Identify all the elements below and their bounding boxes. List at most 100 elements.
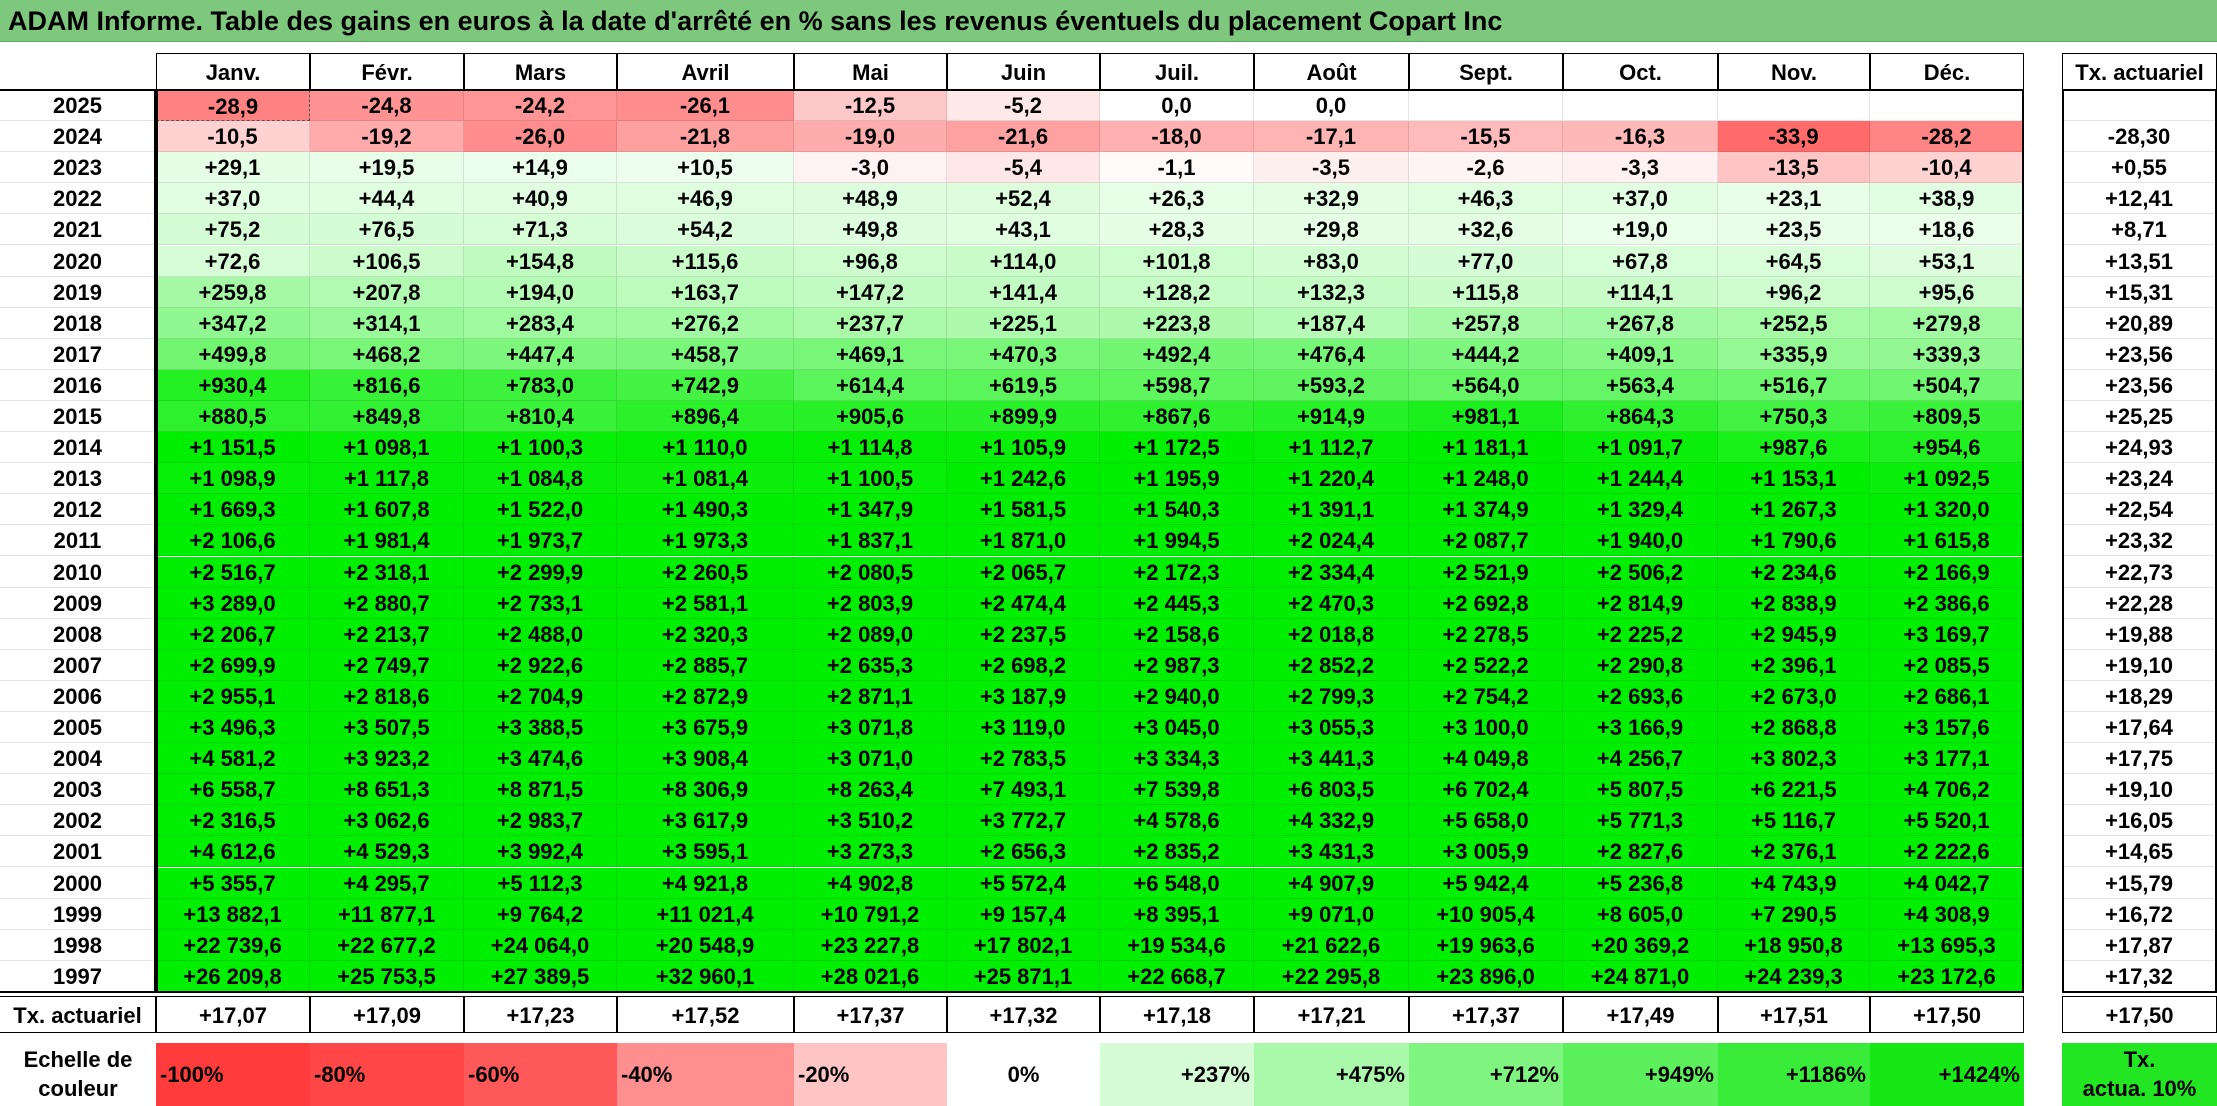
table-cell: +8 306,9 bbox=[617, 774, 794, 806]
table-cell: +2 260,5 bbox=[617, 556, 794, 588]
table-cell: -33,9 bbox=[1718, 121, 1870, 153]
table-cell: +23,1 bbox=[1718, 183, 1870, 215]
table-cell: +2 704,9 bbox=[464, 680, 617, 712]
footer-rate-cell: +17,52 bbox=[617, 995, 794, 1033]
table-cell: +128,2 bbox=[1100, 276, 1254, 308]
report-title: ADAM Informe. Table des gains en euros à… bbox=[0, 0, 2217, 42]
table-cell: +154,8 bbox=[464, 245, 617, 277]
scale-rate-line: actua. 10% bbox=[2082, 1076, 2197, 1101]
table-cell: +1 181,1 bbox=[1409, 432, 1563, 464]
table-cell: +207,8 bbox=[310, 276, 464, 308]
scale-swatch: -20% bbox=[794, 1043, 947, 1106]
table-cell: +72,6 bbox=[156, 245, 310, 277]
table-cell: +252,5 bbox=[1718, 307, 1870, 339]
month-header: Août bbox=[1254, 53, 1409, 90]
table-cell: +223,8 bbox=[1100, 307, 1254, 339]
table-cell: +2 885,7 bbox=[617, 649, 794, 681]
table-cell: +2 838,9 bbox=[1718, 587, 1870, 619]
table-cell: +3 595,1 bbox=[617, 836, 794, 868]
table-cell: +2 213,7 bbox=[310, 618, 464, 650]
table-cell: +115,6 bbox=[617, 245, 794, 277]
table-cell: +4 743,9 bbox=[1718, 867, 1870, 899]
table-cell: -19,2 bbox=[310, 121, 464, 153]
table-cell: +8 871,5 bbox=[464, 774, 617, 806]
table-cell: +276,2 bbox=[617, 307, 794, 339]
table-cell: +267,8 bbox=[1563, 307, 1718, 339]
table-cell: +4 256,7 bbox=[1563, 743, 1718, 775]
rate-cell: +22,73 bbox=[2062, 556, 2217, 588]
table-cell: +4 902,8 bbox=[794, 867, 947, 899]
table-cell: +6 803,5 bbox=[1254, 774, 1409, 806]
table-cell: -16,3 bbox=[1563, 121, 1718, 153]
rate-cell: +23,56 bbox=[2062, 369, 2217, 401]
rate-cell: +14,65 bbox=[2062, 836, 2217, 868]
scale-swatch: +475% bbox=[1254, 1043, 1409, 1106]
table-cell: +2 396,1 bbox=[1718, 649, 1870, 681]
table-cell: +2 922,6 bbox=[464, 649, 617, 681]
table-cell: +2 085,5 bbox=[1870, 649, 2024, 681]
table-cell: +4 921,8 bbox=[617, 867, 794, 899]
table-cell: +2 206,7 bbox=[156, 618, 310, 650]
table-cell: +32,6 bbox=[1409, 214, 1563, 246]
table-cell: +444,2 bbox=[1409, 338, 1563, 370]
scale-swatch: +1186% bbox=[1718, 1043, 1870, 1106]
footer-rate-cell: +17,37 bbox=[1409, 995, 1563, 1033]
footer-rate-cell: +17,23 bbox=[464, 995, 617, 1033]
year-label: 2019 bbox=[0, 276, 156, 308]
table-cell: -3,5 bbox=[1254, 152, 1409, 184]
table-cell: +816,6 bbox=[310, 369, 464, 401]
year-label: 2001 bbox=[0, 836, 156, 868]
table-cell: +2 087,7 bbox=[1409, 525, 1563, 557]
table-cell: +1 347,9 bbox=[794, 494, 947, 526]
rate-cell: +17,64 bbox=[2062, 712, 2217, 744]
table-cell: +24 871,0 bbox=[1563, 960, 1718, 992]
table-cell: +3 441,3 bbox=[1254, 743, 1409, 775]
table-cell: +9 157,4 bbox=[947, 898, 1100, 930]
table-cell: +5 236,8 bbox=[1563, 867, 1718, 899]
table-cell: +1 153,1 bbox=[1718, 463, 1870, 495]
scale-swatch: +712% bbox=[1409, 1043, 1563, 1106]
table-cell: +10 905,4 bbox=[1409, 898, 1563, 930]
year-label: 2006 bbox=[0, 680, 156, 712]
table-cell: +2 506,2 bbox=[1563, 556, 1718, 588]
rate-cell: +16,05 bbox=[2062, 805, 2217, 837]
table-cell: -24,2 bbox=[464, 90, 617, 122]
table-cell: +2 470,3 bbox=[1254, 587, 1409, 619]
month-header: Janv. bbox=[156, 53, 310, 90]
table-cell: +2 835,2 bbox=[1100, 836, 1254, 868]
table-cell: +3 334,3 bbox=[1100, 743, 1254, 775]
table-cell: +1 172,5 bbox=[1100, 432, 1254, 464]
table-cell: +1 490,3 bbox=[617, 494, 794, 526]
table-cell: 0,0 bbox=[1100, 90, 1254, 122]
rate-cell: +15,79 bbox=[2062, 867, 2217, 899]
table-cell: +2 278,5 bbox=[1409, 618, 1563, 650]
rate-cell: +19,10 bbox=[2062, 774, 2217, 806]
table-cell bbox=[1563, 90, 1718, 122]
table-cell: +1 242,6 bbox=[947, 463, 1100, 495]
scale-swatch: +949% bbox=[1563, 1043, 1718, 1106]
year-label: 2015 bbox=[0, 401, 156, 433]
table-cell: -24,8 bbox=[310, 90, 464, 122]
table-cell: +347,2 bbox=[156, 307, 310, 339]
month-header: Oct. bbox=[1563, 53, 1718, 90]
table-cell: +187,4 bbox=[1254, 307, 1409, 339]
table-cell: +257,8 bbox=[1409, 307, 1563, 339]
table-cell: +5 112,3 bbox=[464, 867, 617, 899]
table-cell: +1 522,0 bbox=[464, 494, 617, 526]
table-cell: +987,6 bbox=[1718, 432, 1870, 464]
table-cell: +28,3 bbox=[1100, 214, 1254, 246]
table-cell: +76,5 bbox=[310, 214, 464, 246]
table-cell: +4 529,3 bbox=[310, 836, 464, 868]
table-cell: +4 332,9 bbox=[1254, 805, 1409, 837]
month-header: Févr. bbox=[310, 53, 464, 90]
table-cell: +1 837,1 bbox=[794, 525, 947, 557]
table-cell: +4 907,9 bbox=[1254, 867, 1409, 899]
year-label: 2004 bbox=[0, 743, 156, 775]
rate-cell: +16,72 bbox=[2062, 898, 2217, 930]
rate-cell: +22,28 bbox=[2062, 587, 2217, 619]
table-cell: +6 702,4 bbox=[1409, 774, 1563, 806]
table-cell: +409,1 bbox=[1563, 338, 1718, 370]
table-cell: +563,4 bbox=[1563, 369, 1718, 401]
table-cell: +20 369,2 bbox=[1563, 929, 1718, 961]
table-cell: +2 320,3 bbox=[617, 618, 794, 650]
